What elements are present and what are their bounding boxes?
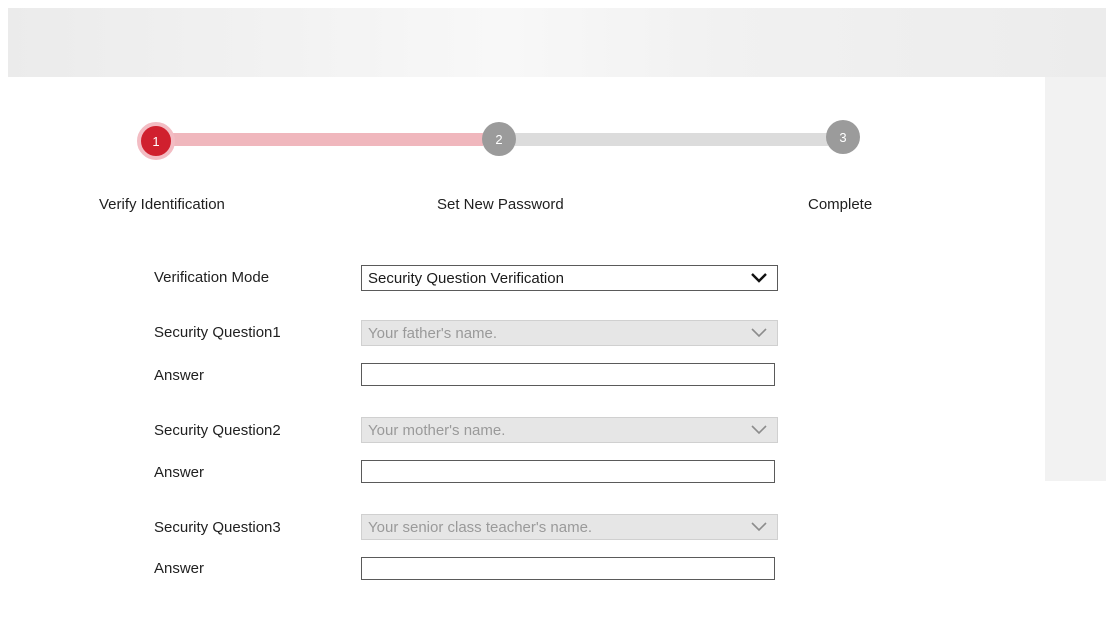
step-1-indicator: 1 [137, 122, 175, 160]
security-question-1-value: Your father's name. [368, 324, 498, 342]
stepper-track-pending [515, 133, 828, 146]
stepper-track-completed [165, 133, 483, 146]
answer-3-label: Answer [154, 560, 205, 577]
chevron-down-icon [751, 328, 767, 338]
chevron-down-icon [751, 425, 767, 435]
chevron-down-icon [751, 522, 767, 532]
step-2-label: Set New Password [437, 196, 564, 213]
security-question-1-label: Security Question1 [154, 324, 281, 341]
security-question-2-select[interactable]: Your mother's name. [361, 417, 778, 443]
step-1-number: 1 [152, 133, 160, 149]
step-2-indicator: 2 [482, 122, 516, 156]
verification-mode-label: Verification Mode [154, 269, 270, 286]
step-1-label: Verify Identification [99, 196, 225, 213]
security-question-1-select[interactable]: Your father's name. [361, 320, 778, 346]
step-3-number: 3 [839, 129, 847, 145]
security-question-2-value: Your mother's name. [368, 421, 506, 439]
security-question-3-label: Security Question3 [154, 519, 281, 536]
security-question-3-select[interactable]: Your senior class teacher's name. [361, 514, 778, 540]
answer-1-input[interactable] [361, 363, 775, 386]
security-question-2-label: Security Question2 [154, 422, 281, 439]
verification-mode-value: Security Question Verification [368, 269, 564, 287]
answer-2-label: Answer [154, 464, 205, 481]
answer-2-input[interactable] [361, 460, 775, 483]
answer-3-input[interactable] [361, 557, 775, 580]
step-3-indicator: 3 [826, 120, 860, 154]
step-3-label: Complete [808, 196, 873, 213]
answer-1-label: Answer [154, 367, 205, 384]
step-2-number: 2 [495, 131, 503, 147]
security-question-3-value: Your senior class teacher's name. [368, 518, 593, 536]
chevron-down-icon [751, 273, 767, 283]
verification-mode-select[interactable]: Security Question Verification [361, 265, 778, 291]
progress-stepper: 1 2 3 Verify Identification Set New Pass… [0, 0, 1106, 230]
